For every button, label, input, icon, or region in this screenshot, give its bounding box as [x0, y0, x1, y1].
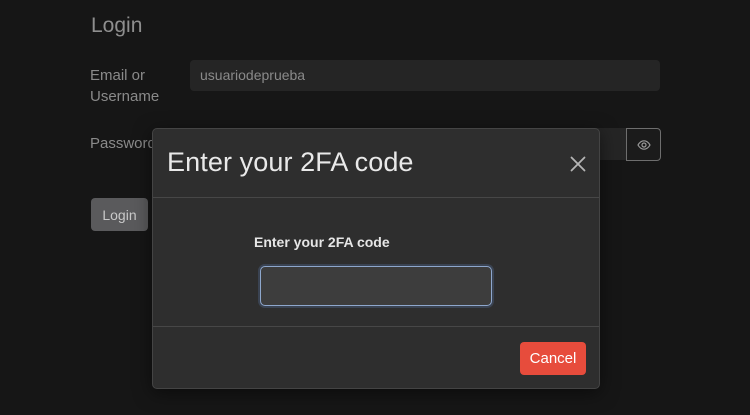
- password-label: Password: [90, 135, 156, 152]
- login-button[interactable]: Login: [91, 198, 148, 231]
- twofa-modal: Enter your 2FA code Enter your 2FA code …: [152, 128, 600, 389]
- code-label: Enter your 2FA code: [254, 234, 390, 250]
- page: Login Email or Username usuariodeprueba …: [0, 0, 750, 415]
- username-field[interactable]: usuariodeprueba: [190, 60, 660, 91]
- email-label: Email or Username: [90, 67, 160, 105]
- twofa-code-input[interactable]: [260, 266, 492, 306]
- show-password-button[interactable]: [626, 128, 661, 161]
- login-title: Login: [91, 14, 143, 37]
- modal-footer: Cancel: [153, 327, 599, 388]
- close-icon: [570, 156, 586, 172]
- modal-header: Enter your 2FA code: [153, 129, 599, 198]
- eye-icon: [636, 139, 651, 150]
- modal-title: Enter your 2FA code: [167, 147, 414, 177]
- modal-body: Enter your 2FA code: [153, 198, 599, 327]
- close-button[interactable]: [566, 152, 590, 176]
- cancel-button[interactable]: Cancel: [520, 342, 586, 375]
